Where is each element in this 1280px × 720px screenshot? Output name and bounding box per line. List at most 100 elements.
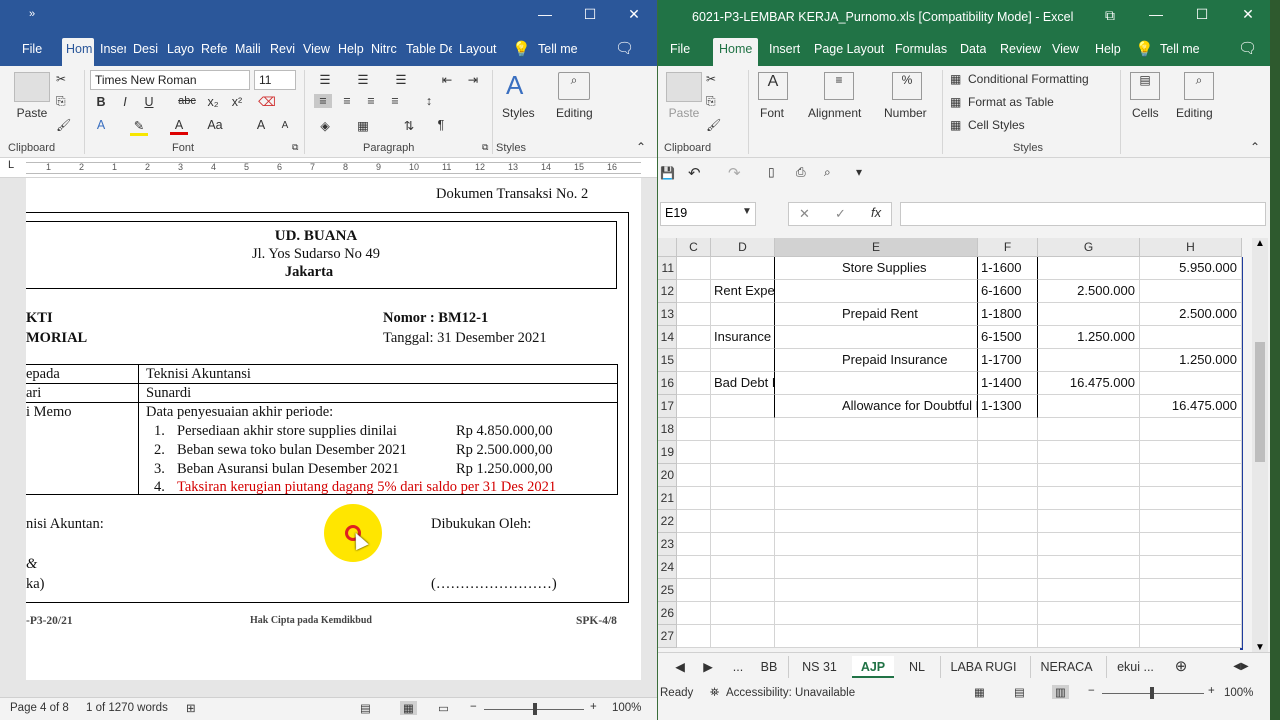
table-cell[interactable]: [1038, 533, 1140, 556]
table-cell[interactable]: [978, 602, 1038, 625]
row-header[interactable]: 22: [658, 510, 677, 533]
tab-nitro[interactable]: Nitrc: [371, 42, 399, 56]
tab-table-design[interactable]: Table De: [406, 42, 452, 56]
customize-toolbar-icon[interactable]: ▾: [856, 165, 862, 179]
table-cell[interactable]: [711, 579, 775, 602]
table-cell[interactable]: [711, 441, 775, 464]
table-cell[interactable]: [775, 418, 978, 441]
tab-help[interactable]: Help: [338, 42, 364, 56]
row-header[interactable]: 25: [658, 579, 677, 602]
table-cell[interactable]: 1.250.000: [1038, 326, 1140, 349]
row-header[interactable]: 27: [658, 625, 677, 648]
maximize-icon[interactable]: ☐: [1192, 6, 1212, 23]
page-break-preview-icon[interactable]: ▥: [1052, 685, 1069, 699]
word-count[interactable]: 1 of 1270 words: [86, 702, 168, 714]
table-cell[interactable]: [1038, 349, 1140, 372]
undo-icon[interactable]: ↶: [688, 164, 701, 182]
table-cell[interactable]: [711, 510, 775, 533]
table-cell[interactable]: [1038, 257, 1140, 280]
row-header[interactable]: 12: [658, 280, 677, 303]
zoom-out-icon[interactable]: −: [470, 701, 477, 713]
table-cell[interactable]: [775, 464, 978, 487]
zoom-in-icon[interactable]: +: [590, 701, 597, 713]
search-icon[interactable]: ⌕: [1184, 72, 1214, 100]
table-cell[interactable]: [677, 280, 711, 303]
table-cell[interactable]: [775, 326, 978, 349]
table-cell[interactable]: [1038, 579, 1140, 602]
table-cell[interactable]: [677, 510, 711, 533]
minimize-icon[interactable]: —: [535, 6, 555, 22]
minimize-icon[interactable]: —: [1146, 6, 1166, 22]
table-cell[interactable]: [1140, 464, 1242, 487]
table-cell[interactable]: [978, 441, 1038, 464]
zoom-level[interactable]: 100%: [1224, 687, 1253, 699]
table-cell[interactable]: [1140, 487, 1242, 510]
table-cell[interactable]: [1038, 556, 1140, 579]
table-cell[interactable]: [1038, 418, 1140, 441]
table-cell[interactable]: 1-1400: [978, 372, 1038, 395]
change-case-icon[interactable]: Aa: [206, 118, 224, 132]
decrease-indent-icon[interactable]: ⇤: [438, 72, 456, 87]
lightbulb-icon[interactable]: 💡: [512, 40, 531, 58]
table-cell[interactable]: [711, 602, 775, 625]
tab-review[interactable]: Review: [1000, 42, 1041, 56]
cell-styles-icon[interactable]: ▦: [950, 118, 961, 132]
table-cell[interactable]: [1140, 418, 1242, 441]
table-cell[interactable]: [711, 257, 775, 280]
table-cell[interactable]: [677, 487, 711, 510]
prev-sheet-icon[interactable]: ◀: [674, 656, 686, 678]
table-cell[interactable]: [711, 556, 775, 579]
table-cell[interactable]: [775, 625, 978, 648]
tab-table-layout[interactable]: Layout: [459, 42, 499, 56]
highlight-icon[interactable]: ✎: [130, 118, 148, 136]
table-cell[interactable]: [1140, 280, 1242, 303]
align-center-icon[interactable]: ≡: [338, 94, 356, 108]
row-header[interactable]: 11: [658, 257, 677, 280]
collapse-ribbon-icon[interactable]: ⌃: [636, 140, 646, 154]
sheet-tab-bb[interactable]: BB: [754, 656, 784, 678]
table-cell[interactable]: [1038, 441, 1140, 464]
editing-button[interactable]: Editing: [556, 106, 593, 120]
sheet-tab-ajp[interactable]: AJP: [852, 656, 894, 678]
cut-icon[interactable]: ✂: [706, 72, 716, 86]
table-cell[interactable]: [677, 464, 711, 487]
italic-icon[interactable]: I: [116, 95, 134, 109]
accessibility-icon[interactable]: ⛯: [710, 687, 719, 700]
table-cell[interactable]: [775, 579, 978, 602]
table-cell[interactable]: 1.250.000: [1140, 349, 1242, 372]
styles-button[interactable]: Styles: [502, 106, 535, 120]
table-cell[interactable]: 6-1600: [978, 280, 1038, 303]
table-cell[interactable]: [1038, 625, 1140, 648]
table-cell[interactable]: [978, 533, 1038, 556]
tab-design[interactable]: Desi: [133, 42, 160, 56]
table-cell[interactable]: 5.950.000: [1140, 257, 1242, 280]
tab-layout[interactable]: Layo: [167, 42, 194, 56]
table-cell[interactable]: [775, 533, 978, 556]
zoom-in-icon[interactable]: +: [1208, 685, 1215, 697]
column-header[interactable]: E: [775, 238, 978, 257]
tab-home[interactable]: Hom: [62, 38, 94, 66]
sort-icon[interactable]: ⇅: [400, 118, 418, 133]
table-cell[interactable]: [775, 602, 978, 625]
table-cell[interactable]: [978, 487, 1038, 510]
zoom-level[interactable]: 100%: [612, 702, 641, 714]
copy-icon[interactable]: ⎘: [56, 94, 66, 109]
sheet-tab-ekuitas[interactable]: ekui ...: [1106, 656, 1164, 678]
tab-view[interactable]: View: [303, 42, 331, 56]
dialog-launcher-icon[interactable]: ⧉: [292, 142, 298, 153]
table-cell[interactable]: [1140, 326, 1242, 349]
cells-icon[interactable]: ▤: [1130, 72, 1160, 100]
font-name-dropdown[interactable]: Times New Roman: [90, 70, 250, 90]
line-spacing-icon[interactable]: ↕: [420, 94, 438, 108]
format-table-icon[interactable]: ▦: [950, 95, 961, 109]
add-sheet-icon[interactable]: ⊕: [1172, 656, 1190, 678]
lightbulb-icon[interactable]: 💡: [1135, 40, 1154, 58]
sheet-tab-nl[interactable]: NL: [898, 656, 936, 678]
tab-file[interactable]: File: [22, 42, 44, 56]
accessibility-status[interactable]: Accessibility: Unavailable: [726, 687, 855, 699]
table-cell[interactable]: [1038, 395, 1140, 418]
enter-icon[interactable]: ✓: [835, 206, 846, 222]
font-size-dropdown[interactable]: 11: [254, 70, 296, 90]
table-cell[interactable]: [775, 510, 978, 533]
shrink-font-icon[interactable]: A: [276, 120, 294, 131]
